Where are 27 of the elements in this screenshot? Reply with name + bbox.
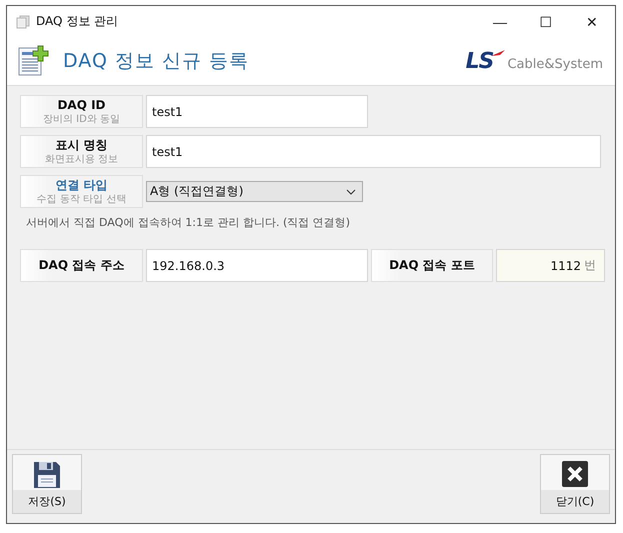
toolbar-button[interactable]: 닫기(C) [540, 454, 610, 514]
type-dropdown[interactable]: A형 (직접연결형) [146, 181, 363, 202]
label-caption: 장비의 ID와 동일 [42, 112, 120, 126]
hint-text: 서버에서 직접 DAQ에 접속하여 1:1로 관리 합니다. (직접 연결형) [26, 215, 352, 231]
page-title: DAQ 정보 신규 등록 [63, 49, 250, 74]
close-icon [562, 461, 588, 487]
address-field[interactable]: 192.168.0.3 [146, 249, 368, 282]
label-caption: 화면표시용 정보 [44, 152, 118, 166]
label-title: DAQ ID [57, 98, 106, 112]
input-field[interactable]: test1 [146, 95, 368, 128]
window-control[interactable]: ☐ [523, 6, 569, 37]
toolbar-button[interactable]: 저장(S) [12, 454, 82, 514]
port-field[interactable]: 1112 번 [496, 249, 605, 282]
field-label: DAQ 접속 주소 [20, 249, 143, 282]
label-caption: 수집 동작 타입 선택 [36, 192, 126, 206]
document-add-icon [17, 45, 49, 77]
chevron-down-icon [346, 188, 356, 194]
logo-mark: LS [466, 48, 494, 74]
field-label: DAQ 접속 포트 [371, 249, 493, 282]
window-title: DAQ 정보 관리 [36, 13, 118, 30]
logo-text: Cable&System [507, 56, 603, 72]
window-icon [16, 14, 30, 28]
window-control[interactable]: ✕ [569, 6, 615, 37]
label-title: 표시 명칭 [55, 138, 108, 152]
input-field[interactable]: test1 [146, 135, 601, 168]
window-control[interactable]: — [477, 6, 523, 37]
label-title: 연결 타입 [55, 178, 108, 192]
